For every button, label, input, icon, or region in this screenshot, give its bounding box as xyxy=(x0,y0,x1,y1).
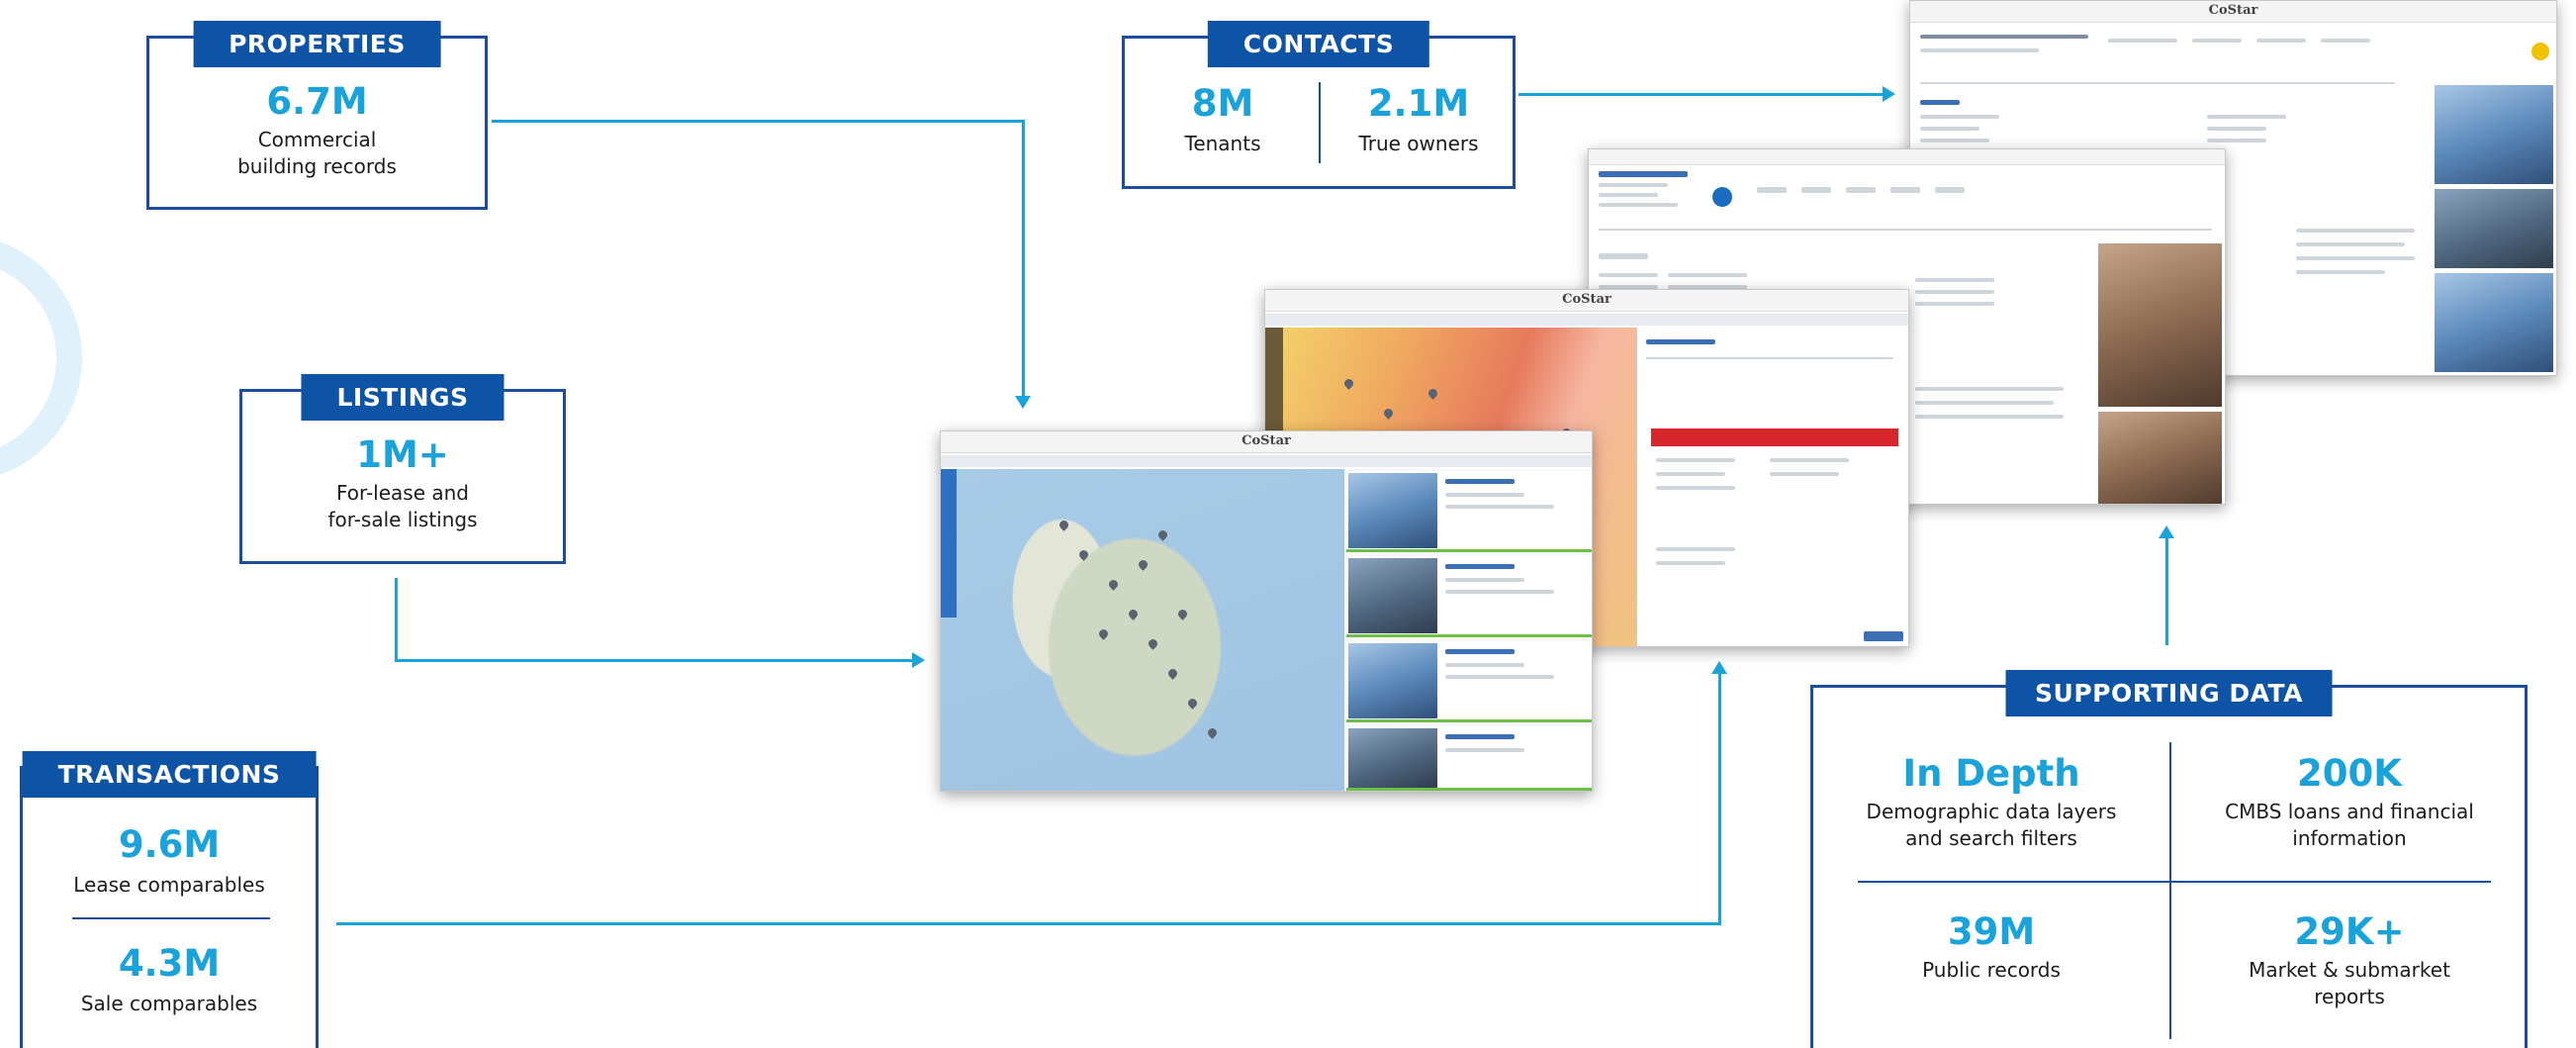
connector-supporting-rise xyxy=(2165,538,2168,645)
arrow-supporting xyxy=(2159,525,2174,538)
watermark-shape xyxy=(0,199,118,484)
transactions-divider xyxy=(72,917,270,919)
supporting-box: SUPPORTING DATA In Depth Demographic dat… xyxy=(1810,670,2528,1048)
transactions-lease-label: Lease comparables xyxy=(73,873,265,897)
supporting-market-value: 29K+ xyxy=(2294,910,2405,953)
connector-listings-drop xyxy=(395,578,398,661)
contacts-tenants-value: 8M xyxy=(1191,82,1254,125)
connector-properties xyxy=(492,120,1024,123)
transactions-sale-label: Sale comparables xyxy=(80,992,258,1015)
supporting-public-label: Public records xyxy=(1922,958,2061,982)
supporting-indepth-label: Demographic data layers and search filte… xyxy=(1866,800,2117,850)
arrow-properties xyxy=(1015,396,1031,409)
costar-logo-3: CoStar xyxy=(1242,433,1291,448)
listings-map-screenshot: CoStar xyxy=(940,430,1593,792)
connector-properties-drop xyxy=(1022,120,1025,399)
connector-listings xyxy=(395,659,914,662)
properties-box: PROPERTIES 6.7M Commercial building reco… xyxy=(146,21,488,210)
listings-label: For-lease and for-sale listings xyxy=(327,481,478,531)
supporting-title: SUPPORTING DATA xyxy=(2005,670,2333,716)
contacts-owners-value: 2.1M xyxy=(1367,82,1470,125)
contacts-owners-label: True owners xyxy=(1358,132,1479,155)
supporting-cmbs-label: CMBS loans and financial information xyxy=(2225,800,2474,850)
properties-value: 6.7M xyxy=(266,80,368,123)
supporting-market-label: Market & submarket reports xyxy=(2249,958,2450,1008)
costar-logo-2: CoStar xyxy=(1562,292,1611,307)
arrow-listings xyxy=(912,652,925,668)
transactions-sale-value: 4.3M xyxy=(118,942,221,985)
contacts-title: CONTACTS xyxy=(1207,21,1430,67)
properties-title: PROPERTIES xyxy=(193,21,441,67)
contacts-tenants-label: Tenants xyxy=(1184,132,1261,155)
listings-title: LISTINGS xyxy=(301,374,505,421)
listings-value: 1M+ xyxy=(356,433,449,476)
arrow-contacts xyxy=(1883,86,1895,102)
supporting-cmbs-value: 200K xyxy=(2297,752,2402,795)
properties-label: Commercial building records xyxy=(237,128,397,178)
connector-contacts xyxy=(1518,93,1885,96)
transactions-title: TRANSACTIONS xyxy=(22,751,317,798)
arrow-transactions xyxy=(1711,661,1727,674)
contacts-box: CONTACTS 8M Tenants 2.1M True owners xyxy=(1122,21,1516,189)
costar-logo: CoStar xyxy=(2208,3,2258,18)
supporting-h-divider xyxy=(1858,881,2491,883)
connector-transactions xyxy=(336,922,1720,925)
supporting-indepth-value: In Depth xyxy=(1902,752,2080,795)
transactions-lease-value: 9.6M xyxy=(118,823,221,866)
supporting-public-value: 39M xyxy=(1947,910,2036,953)
connector-transactions-rise xyxy=(1718,673,1721,925)
listings-box: LISTINGS 1M+ For-lease and for-sale list… xyxy=(239,374,566,564)
transactions-box: TRANSACTIONS 9.6M Lease comparables 4.3M… xyxy=(20,751,319,1048)
